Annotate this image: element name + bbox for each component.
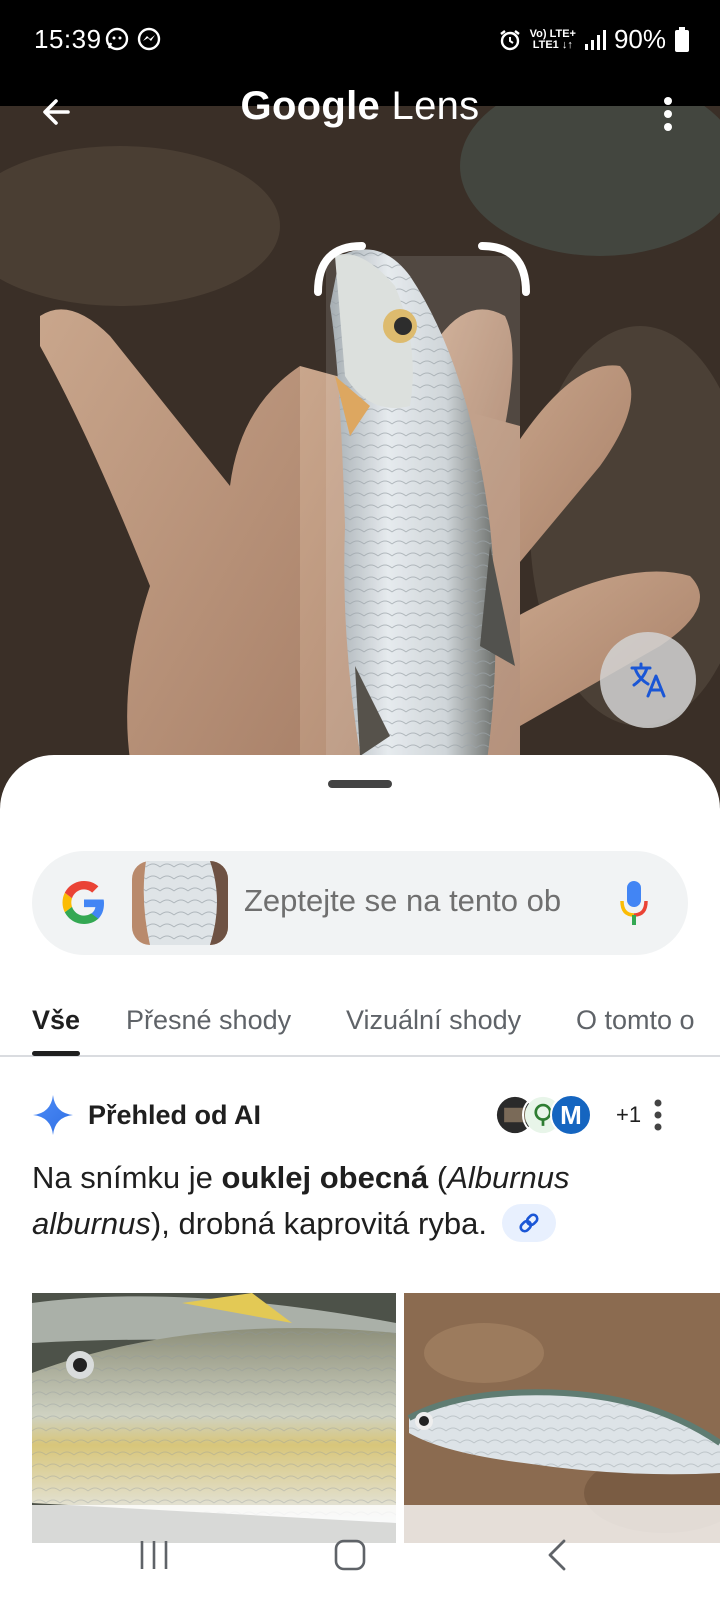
recent-apps-button[interactable] — [124, 1525, 184, 1585]
source-link-chip[interactable] — [501, 1203, 556, 1242]
latin-name-species: alburnus — [32, 1206, 151, 1241]
active-tab-indicator — [32, 1051, 80, 1056]
more-options-button[interactable] — [656, 92, 680, 136]
query-image-thumbnail[interactable] — [132, 861, 228, 945]
ai-overview-text: Na snímku je ouklej obecná (Alburnus albu… — [32, 1160, 570, 1242]
signal-icon — [584, 29, 606, 50]
alarm-icon — [499, 29, 520, 50]
link-icon — [519, 1213, 539, 1233]
source-favicon-m: M — [550, 1094, 592, 1136]
ai-overview-header: Přehled od AI M +1 — [32, 1090, 688, 1142]
recent-apps-icon — [140, 1541, 168, 1569]
search-input[interactable]: Zeptejte se na tento ob — [244, 883, 604, 919]
app-title-product: Lens — [380, 84, 480, 128]
more-vert-icon — [664, 97, 672, 131]
sheet-drag-handle[interactable] — [328, 780, 392, 788]
ai-overview-title: Přehled od AI — [88, 1100, 262, 1130]
microphone-icon[interactable] — [618, 879, 650, 927]
latin-name-genus: Alburnus — [447, 1160, 570, 1195]
tab-visual-matches[interactable]: Vizuální shody — [346, 1005, 521, 1036]
google-logo-icon — [62, 881, 104, 924]
tab-exact-matches[interactable]: Přesné shody — [126, 1005, 291, 1036]
home-button[interactable] — [320, 1525, 380, 1585]
app-title-brand: Google — [240, 84, 381, 128]
whatsapp-icon — [105, 27, 129, 51]
search-bar[interactable]: Zeptejte se na tento ob — [32, 851, 688, 955]
source-count[interactable]: +1 — [616, 1102, 641, 1128]
battery-percent: 90% — [613, 24, 666, 54]
back-nav-button[interactable] — [528, 1525, 588, 1585]
battery-icon — [675, 26, 689, 52]
more-vert-icon[interactable] — [652, 1092, 664, 1138]
ai-sparkle-icon — [33, 1095, 73, 1135]
app-title: Google Lens — [0, 84, 720, 129]
home-icon — [334, 1539, 366, 1571]
status-right: Vo) LTE+ LTE1 ↓↑ 90% — [498, 24, 690, 55]
status-bar: 15:39 Vo) LTE+ LTE1 ↓↑ 90% — [0, 0, 720, 84]
result-tabs: Vše Přesné shody Vizuální shody O tomto … — [0, 991, 720, 1057]
translate-icon — [630, 662, 666, 698]
notification-icons — [104, 26, 162, 52]
tab-all[interactable]: Vše — [32, 1005, 80, 1036]
messenger-icon — [137, 27, 161, 51]
translate-button[interactable] — [600, 632, 696, 728]
status-time: 15:39 — [34, 24, 102, 54]
results-sheet: Zeptejte se na tento ob Vše Přesné shody… — [0, 755, 720, 1600]
fish-thumbnail-image — [132, 861, 228, 945]
tab-about-this[interactable]: O tomto o — [576, 1005, 695, 1036]
network-type: Vo) LTE+ LTE1 ↓↑ — [529, 27, 576, 51]
chevron-left-icon — [548, 1539, 566, 1571]
species-name: ouklej obecná — [221, 1160, 429, 1195]
system-nav-bar — [0, 1505, 720, 1600]
ai-sources[interactable]: M — [494, 1094, 624, 1136]
